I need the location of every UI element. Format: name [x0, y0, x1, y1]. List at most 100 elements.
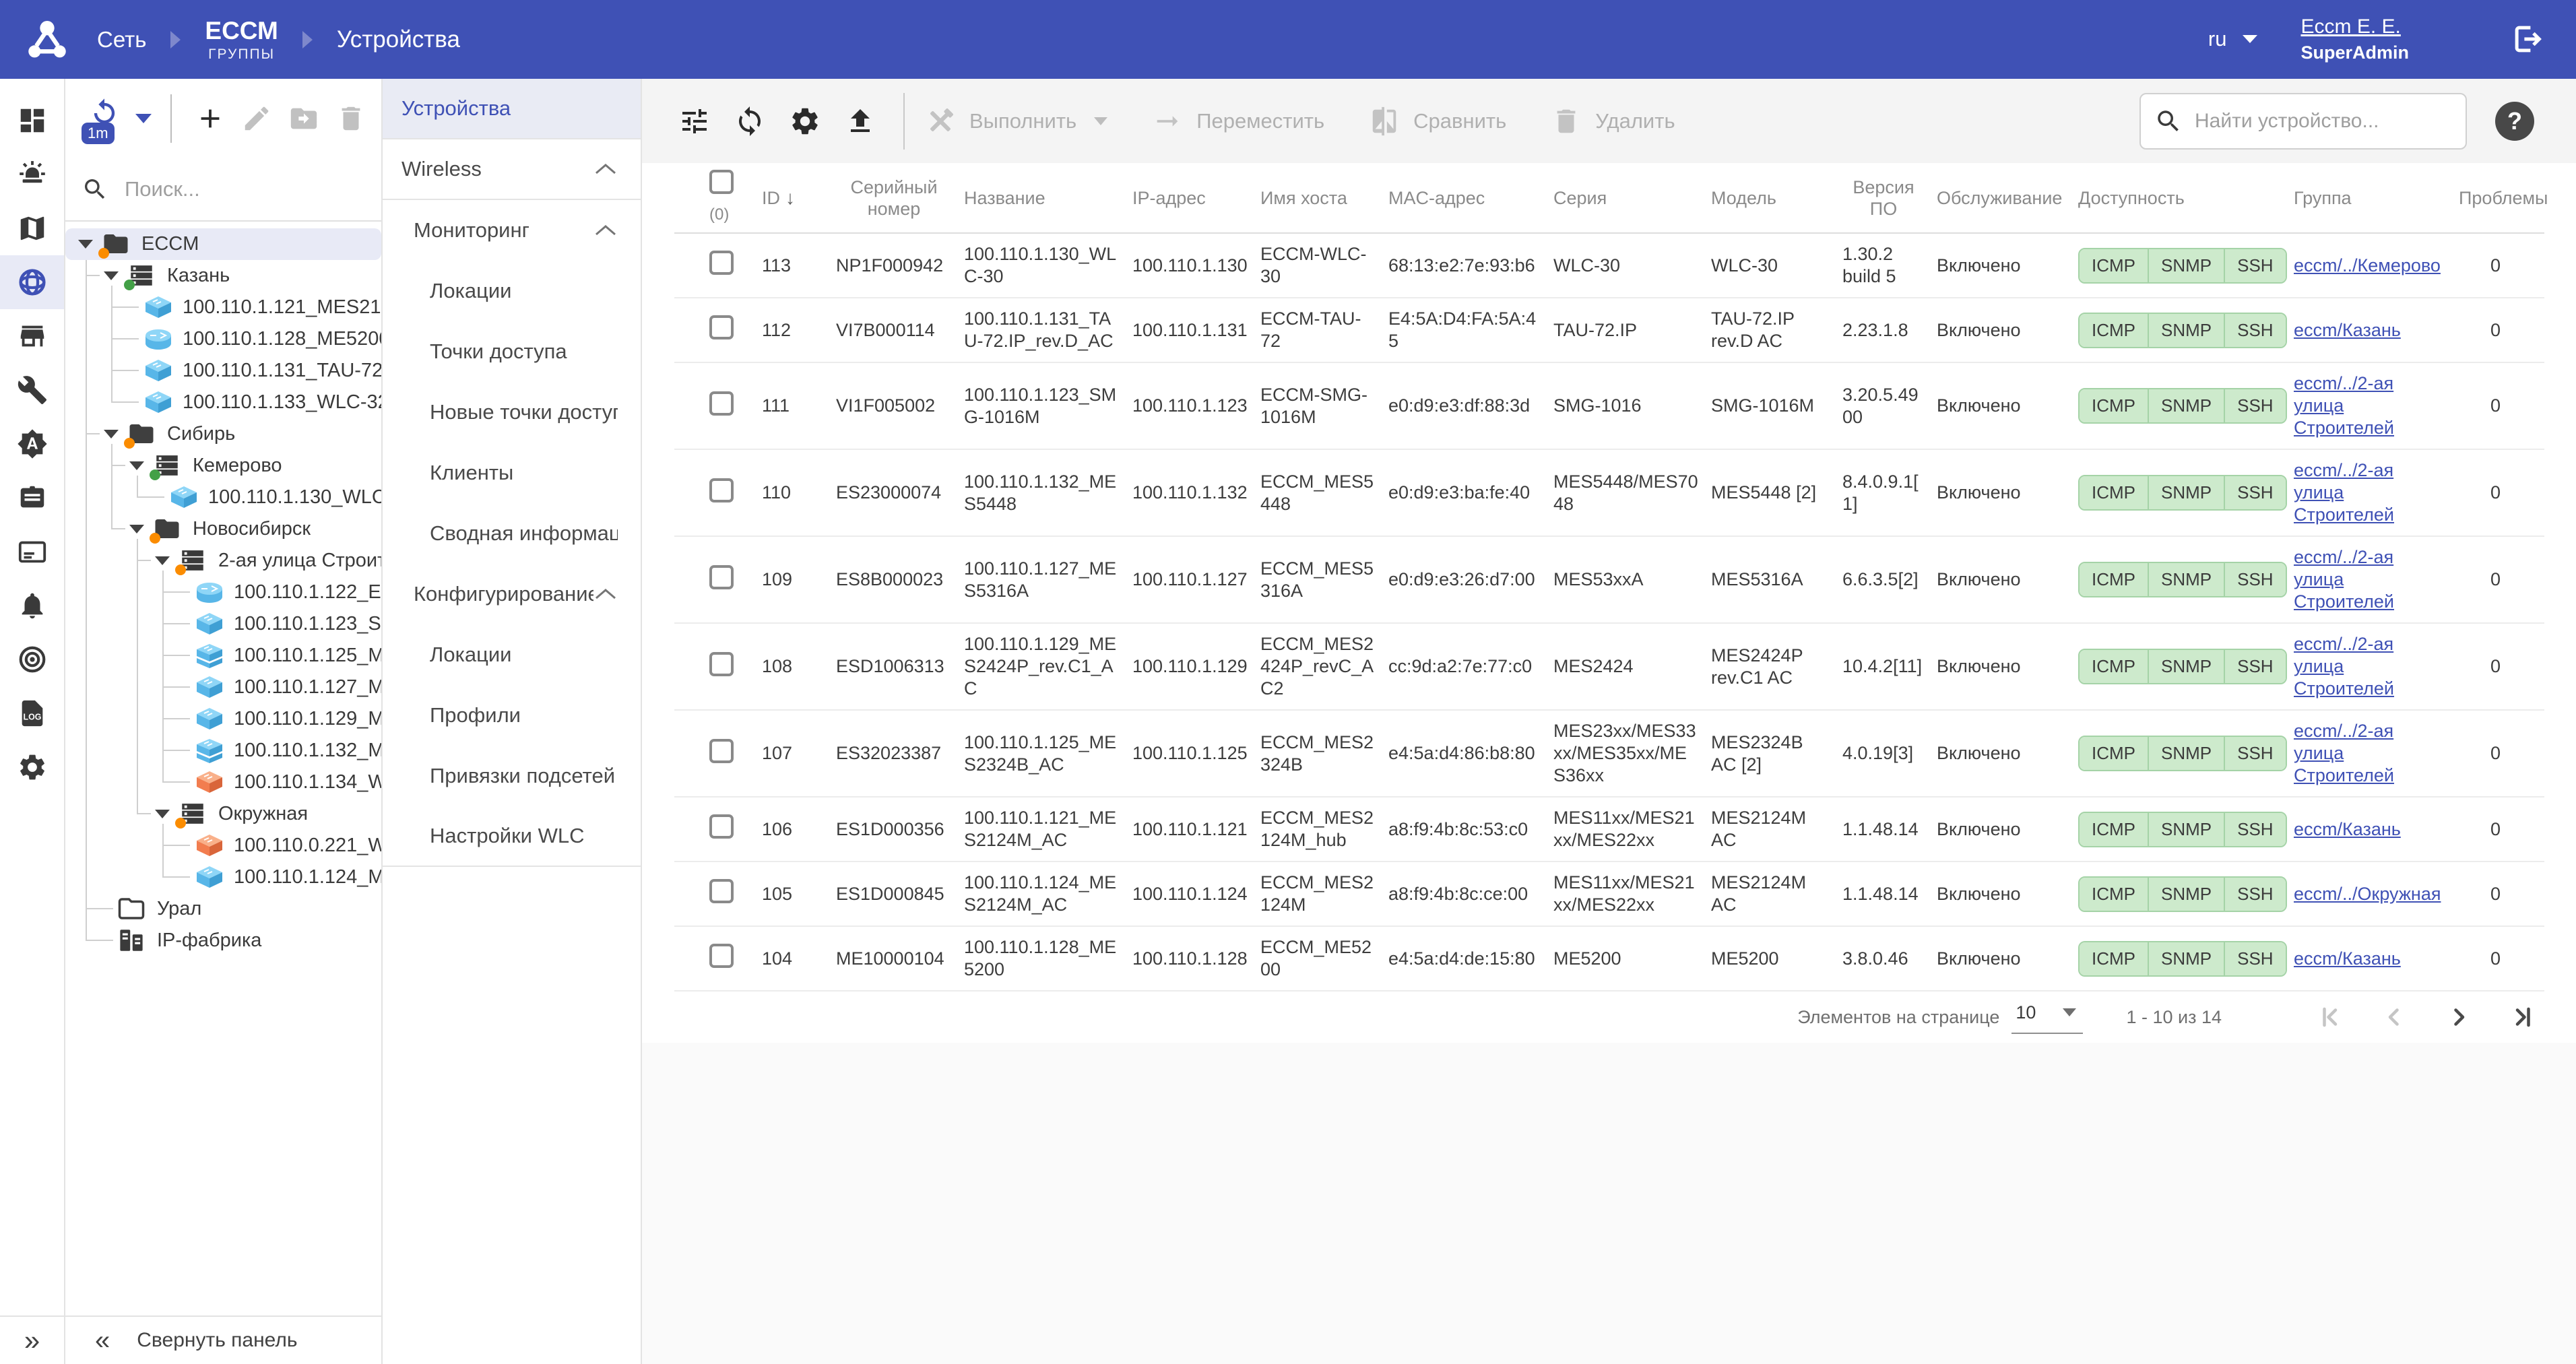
- breadcrumb-eccm-group[interactable]: ЕССМ ГРУППЫ: [205, 18, 278, 61]
- rail-expand-button[interactable]: »: [0, 1316, 64, 1364]
- tree-item-device[interactable]: 100.110.1.121_MES2124M: [65, 292, 381, 323]
- table-settings-button[interactable]: [785, 101, 825, 141]
- delete-button[interactable]: Удалить: [1551, 106, 1675, 137]
- device-row[interactable]: 109 ES8B000023 100.110.1.127_MES5316A 10…: [674, 536, 2544, 623]
- device-row[interactable]: 111 VI1F005002 100.110.1.123_SMG-1016M 1…: [674, 362, 2544, 449]
- rail-item-logs[interactable]: LOG: [0, 686, 64, 740]
- rail-item-inventory[interactable]: [0, 309, 64, 363]
- breadcrumb-network[interactable]: Сеть: [97, 27, 146, 53]
- upload-button[interactable]: [840, 101, 880, 141]
- tree-item-device[interactable]: 100.110.1.125_MES2: [65, 640, 381, 672]
- expander-caret-icon[interactable]: [129, 461, 144, 470]
- device-row[interactable]: 107 ES32023387 100.110.1.125_MES2324B_AC…: [674, 710, 2544, 797]
- row-checkbox[interactable]: [709, 814, 734, 839]
- user-name-link[interactable]: Eccm E. E.: [2300, 15, 2400, 39]
- device-search-input[interactable]: [2193, 109, 2452, 133]
- tree-item-device[interactable]: 100.110.1.127_MES5: [65, 672, 381, 703]
- user-menu[interactable]: Eccm E. E. SuperAdmin: [2300, 15, 2409, 64]
- device-row[interactable]: 112 VI7B000114 100.110.1.131_TAU-72.IP_r…: [674, 298, 2544, 362]
- menu-item-devices[interactable]: Устройства: [383, 79, 641, 139]
- next-page-button[interactable]: [2444, 1002, 2474, 1032]
- tree-search-input[interactable]: [123, 176, 365, 202]
- tree-item-folder[interactable]: Новосибирск: [65, 513, 381, 545]
- select-all-checkbox[interactable]: [709, 170, 734, 194]
- tree-item-device[interactable]: 100.110.1.124_MES2: [65, 862, 381, 893]
- move-button[interactable]: Переместить: [1152, 106, 1324, 137]
- group-link[interactable]: eccm/../2-ая улица Строителей: [2294, 373, 2394, 438]
- expander-caret-icon[interactable]: [104, 430, 119, 439]
- tree-item-device[interactable]: 100.110.1.131_TAU-72.IP_r: [65, 355, 381, 387]
- row-checkbox[interactable]: [709, 478, 734, 502]
- column-header-mac[interactable]: MAC-адрес: [1388, 163, 1553, 233]
- menu-item-config-locations[interactable]: Локации: [383, 624, 641, 685]
- expander-caret-icon[interactable]: [129, 525, 144, 533]
- column-header-series[interactable]: Серия: [1553, 163, 1711, 233]
- group-link[interactable]: eccm/Казань: [2294, 320, 2401, 340]
- group-link[interactable]: eccm/Казань: [2294, 948, 2401, 969]
- row-checkbox[interactable]: [709, 565, 734, 589]
- rail-item-monitoring[interactable]: [0, 632, 64, 686]
- tree-item-group[interactable]: 2-ая улица Строител: [65, 545, 381, 577]
- device-row[interactable]: 108 ESD1006313 100.110.1.129_MES2424P_re…: [674, 623, 2544, 710]
- column-header-ip[interactable]: IP-адрес: [1132, 163, 1260, 233]
- menu-item-monitoring[interactable]: Мониторинг: [383, 200, 641, 261]
- add-group-button[interactable]: [191, 98, 229, 139]
- expander-caret-icon[interactable]: [78, 240, 93, 249]
- menu-item-new-access-points[interactable]: Новые точки доступа: [383, 382, 641, 443]
- menu-item-subnet-bindings[interactable]: Привязки подсетей: [383, 746, 641, 806]
- last-page-button[interactable]: [2509, 1002, 2538, 1032]
- items-per-page-select[interactable]: 10: [2011, 1001, 2083, 1034]
- group-link[interactable]: eccm/../2-ая улица Строителей: [2294, 460, 2394, 525]
- column-header-firmware[interactable]: Версия ПО: [1842, 163, 1937, 233]
- device-row[interactable]: 110 ES23000074 100.110.1.132_MES5448 100…: [674, 449, 2544, 536]
- rail-item-notifications[interactable]: [0, 579, 64, 632]
- compare-button[interactable]: Сравнить: [1369, 106, 1506, 137]
- rail-item-licenses[interactable]: [0, 471, 64, 525]
- rail-item-settings[interactable]: [0, 740, 64, 794]
- expander-caret-icon[interactable]: [104, 271, 119, 280]
- column-header-model[interactable]: Модель: [1711, 163, 1842, 233]
- menu-item-wlc-settings[interactable]: Настройки WLC: [383, 806, 641, 867]
- device-row[interactable]: 113 NP1F000942 100.110.1.130_WLC-30 100.…: [674, 233, 2544, 298]
- tree-item-device[interactable]: 100.110.1.122_ESR-: [65, 577, 381, 608]
- device-row[interactable]: 105 ES1D000845 100.110.1.124_MES2124M_AC…: [674, 862, 2544, 926]
- group-link[interactable]: eccm/Казань: [2294, 819, 2401, 839]
- tree-item-device[interactable]: 100.110.1.134_WLC-: [65, 767, 381, 798]
- group-link[interactable]: eccm/../2-ая улица Строителей: [2294, 547, 2394, 612]
- menu-item-locations[interactable]: Локации: [383, 261, 641, 321]
- tree-item-group[interactable]: Кемерово: [65, 450, 381, 482]
- tree-item-folder[interactable]: Урал: [65, 893, 381, 925]
- row-checkbox[interactable]: [709, 391, 734, 416]
- tree-item-device[interactable]: 100.110.1.128_ME5200: [65, 323, 381, 355]
- rail-item-dashboard[interactable]: [0, 94, 64, 148]
- menu-item-clients[interactable]: Клиенты: [383, 443, 641, 503]
- filter-button[interactable]: [674, 101, 715, 141]
- column-header-group[interactable]: Группа: [2294, 163, 2459, 233]
- logout-icon[interactable]: [2510, 21, 2546, 57]
- column-header-hostname[interactable]: Имя хоста: [1260, 163, 1388, 233]
- expander-caret-icon[interactable]: [155, 556, 170, 565]
- rail-item-cards[interactable]: [0, 525, 64, 579]
- tree-item-root[interactable]: ECCM: [65, 228, 381, 260]
- rail-item-firmware[interactable]: [0, 417, 64, 471]
- group-link[interactable]: eccm/../Кемерово: [2294, 255, 2441, 275]
- execute-button[interactable]: Выполнить: [925, 106, 1107, 137]
- tree-item-group[interactable]: Казань: [65, 260, 381, 292]
- tree-item-device[interactable]: 100.110.1.130_WLC-30: [65, 482, 381, 513]
- rail-item-alarms[interactable]: [0, 148, 64, 201]
- expander-caret-icon[interactable]: [155, 810, 170, 818]
- refresh-dropdown-caret[interactable]: [135, 114, 152, 123]
- delete-group-button[interactable]: [332, 98, 370, 139]
- language-selector[interactable]: ru: [2208, 27, 2258, 51]
- rail-item-maintenance[interactable]: [0, 363, 64, 417]
- tree-item-device[interactable]: 100.110.0.221_WLC-: [65, 830, 381, 862]
- column-header-serial[interactable]: Серийный номер: [836, 163, 964, 233]
- row-checkbox[interactable]: [709, 739, 734, 763]
- tree-item-device[interactable]: 100.110.1.132_MES5: [65, 735, 381, 767]
- refresh-button[interactable]: [730, 101, 770, 141]
- row-checkbox[interactable]: [709, 944, 734, 968]
- move-group-button[interactable]: [285, 98, 323, 139]
- auto-refresh-button[interactable]: 1m: [83, 97, 126, 140]
- tree-item-device[interactable]: 100.110.1.133_WLC-3200: [65, 387, 381, 418]
- group-link[interactable]: eccm/../2-ая улица Строителей: [2294, 634, 2394, 699]
